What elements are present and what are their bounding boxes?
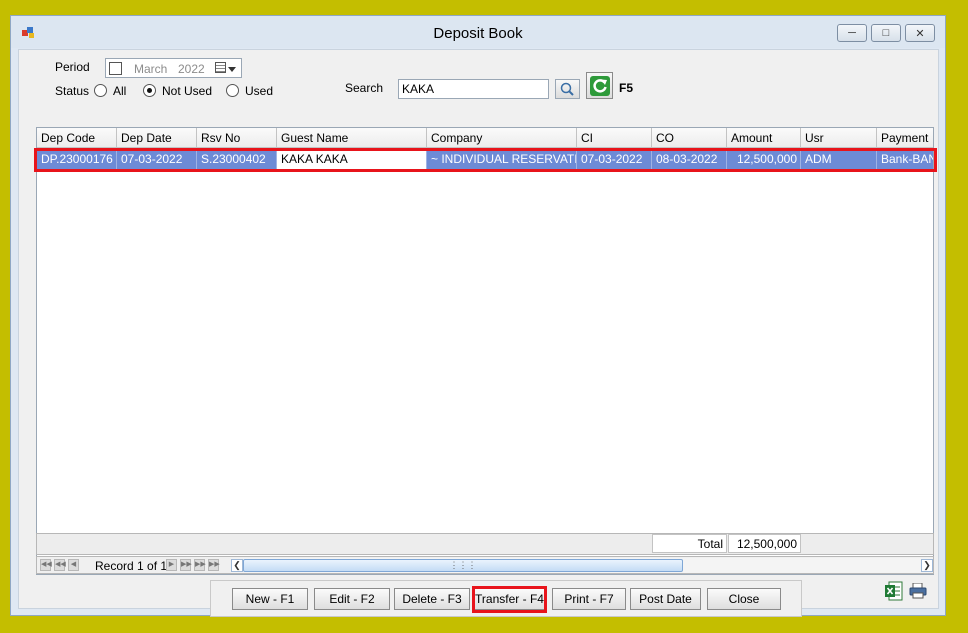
calendar-icon[interactable] [215, 62, 226, 73]
record-position-label: Record 1 of 1 [95, 559, 168, 573]
post-date-button[interactable]: Post Date [630, 588, 701, 610]
cell-usr[interactable]: ADM [801, 149, 877, 170]
refresh-shortcut-label: F5 [619, 81, 634, 95]
title-bar: Deposit Book ─ □ ✕ [11, 16, 945, 48]
cell-company[interactable]: ~ INDIVIDUAL RESERVATI... [427, 149, 577, 170]
period-month: March [134, 62, 168, 76]
close-button[interactable]: Close [707, 588, 781, 610]
total-value: 12,500,000 [728, 534, 801, 553]
horizontal-scrollbar[interactable]: ❮ ⋮⋮⋮ ❯ [231, 558, 933, 573]
maximize-icon: □ [882, 27, 890, 39]
new-button[interactable]: New - F1 [232, 588, 308, 610]
cell-guest-name[interactable]: KAKA KAKA [277, 149, 427, 170]
prev-page-icon[interactable]: ◀◀ [54, 559, 66, 571]
search-icon [560, 82, 574, 96]
refresh-icon [589, 75, 610, 96]
total-label: Total [652, 534, 727, 553]
status-radio-not-used[interactable] [143, 84, 156, 97]
printer-icon[interactable] [909, 583, 927, 599]
grid-header: Dep Code Dep Date Rsv No Guest Name Comp… [37, 128, 933, 148]
column-header-usr[interactable]: Usr [801, 128, 877, 148]
cell-payment[interactable]: Bank-BANK [877, 149, 933, 170]
column-header-co[interactable]: CO [652, 128, 727, 148]
close-window-button[interactable]: ✕ [905, 24, 935, 42]
minimize-icon: ─ [848, 27, 856, 39]
search-label: Search [345, 81, 384, 95]
first-record-icon[interactable]: ◀◀ [40, 559, 52, 571]
add-record-icon[interactable]: ▶▶ [208, 559, 220, 571]
next-page-icon[interactable]: ▶▶ [180, 559, 192, 571]
column-header-payment[interactable]: Payment [877, 128, 933, 148]
scroll-thumb[interactable]: ⋮⋮⋮ [243, 559, 683, 572]
scroll-left-icon[interactable]: ❮ [231, 559, 243, 572]
cell-ci[interactable]: 07-03-2022 [577, 149, 652, 170]
edit-button[interactable]: Edit - F2 [314, 588, 390, 610]
scroll-right-icon[interactable]: ❯ [921, 559, 933, 572]
minimize-button[interactable]: ─ [837, 24, 867, 42]
client-area: Period March 2022 Status All Not Used Us… [18, 49, 939, 617]
column-header-company[interactable]: Company [427, 128, 577, 148]
column-header-dep-code[interactable]: Dep Code [37, 128, 117, 148]
status-option-all-label: All [113, 84, 127, 98]
column-header-guest-name[interactable]: Guest Name [277, 128, 427, 148]
column-header-dep-date[interactable]: Dep Date [117, 128, 197, 148]
window-title: Deposit Book [433, 25, 523, 42]
deposit-book-window: Deposit Book ─ □ ✕ Period March 2022 Sta… [10, 15, 946, 617]
search-button[interactable] [555, 79, 580, 99]
period-checkbox[interactable] [109, 62, 122, 75]
status-radio-used[interactable] [226, 84, 239, 97]
cell-rsv-no[interactable]: S.23000402 [197, 149, 277, 170]
chevron-down-icon[interactable] [228, 67, 236, 72]
cell-dep-date[interactable]: 07-03-2022 [117, 149, 197, 170]
prev-record-icon[interactable]: ◀ [68, 559, 79, 571]
cell-amount[interactable]: 12,500,000 [727, 149, 801, 170]
transfer-button[interactable]: Transfer - F4 [474, 588, 545, 610]
record-navigator: ◀◀ ◀◀ ◀ Record 1 of 1 ▶ ▶▶ ▶▶ ▶▶ ❮ ⋮⋮⋮ ❯ [36, 556, 934, 574]
next-record-icon[interactable]: ▶ [166, 559, 177, 571]
column-header-amount[interactable]: Amount [727, 128, 801, 148]
refresh-button[interactable] [586, 72, 613, 99]
maximize-button[interactable]: □ [871, 24, 901, 42]
excel-export-icon[interactable] [885, 581, 903, 601]
period-label: Period [55, 60, 90, 74]
cell-dep-code[interactable]: DP.23000176 [37, 149, 117, 170]
last-record-icon[interactable]: ▶▶ [194, 559, 206, 571]
table-row[interactable]: DP.23000176 07-03-2022 S.23000402 KAKA K… [37, 149, 933, 170]
status-option-used-label: Used [245, 84, 274, 98]
action-button-panel: New - F1 Edit - F2 Delete - F3 Transfer … [210, 580, 802, 617]
delete-button[interactable]: Delete - F3 [394, 588, 470, 610]
search-input[interactable] [398, 79, 549, 99]
status-label: Status [55, 84, 90, 98]
status-radio-all[interactable] [94, 84, 107, 97]
period-picker[interactable]: March 2022 [105, 58, 242, 78]
column-header-ci[interactable]: CI [577, 128, 652, 148]
status-option-not-used-label: Not Used [162, 84, 213, 98]
cell-co[interactable]: 08-03-2022 [652, 149, 727, 170]
period-year: 2022 [178, 62, 205, 76]
close-icon: ✕ [915, 27, 925, 40]
column-header-rsv-no[interactable]: Rsv No [197, 128, 277, 148]
print-button[interactable]: Print - F7 [552, 588, 626, 610]
deposit-grid[interactable]: Dep Code Dep Date Rsv No Guest Name Comp… [36, 127, 934, 575]
